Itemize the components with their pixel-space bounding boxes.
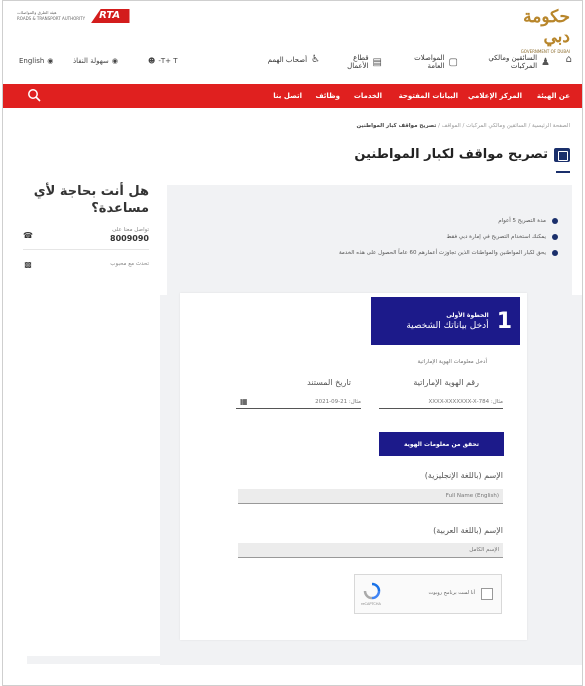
accessibility-link[interactable]: ◉ سهولة النفاذ [73, 57, 118, 65]
name-ar-label: الإسم (باللغة العربية) [433, 526, 503, 535]
recaptcha-brand: reCAPTCHA [361, 602, 381, 606]
page-title: تصريح مواقف لكبار المواطنين [354, 147, 548, 162]
font-size-label: T+ T- [158, 57, 178, 65]
breadcrumb: الصفحة الرئيسية / السائقين ومالكي المركب… [357, 123, 570, 129]
doc-date-label: تاريخ المستند [307, 378, 351, 387]
eye-icon: ◉ [111, 57, 118, 65]
help-chat-label: تحدث مع محبوب [110, 261, 149, 267]
recaptcha-label: أنا لست برنامج روبوت [428, 590, 475, 596]
breadcrumb-path[interactable]: الصفحة الرئيسية / السائقين ومالكي المركب… [436, 123, 570, 129]
help-panel: هل أنت بحاجة لأي مساعدة؟ تواصل معنا على … [23, 183, 149, 275]
nav-item-accessibility[interactable]: ♿ أصحاب الهمم [255, 54, 320, 65]
nav-item-label: قطاع الأعمال [347, 54, 369, 70]
menu-open-data[interactable]: البيانات المفتوحة [399, 84, 458, 108]
main-nav: ⌂ ♟ السائقين ومالكي المركبات ▢ المواصلات… [3, 49, 582, 79]
home-link[interactable]: ⌂ [566, 54, 572, 65]
business-icon: ▤ [372, 56, 382, 68]
verify-identity-button[interactable]: تحقق من معلومات الهوية [379, 432, 504, 456]
language-switch[interactable]: ◉ English [19, 57, 53, 65]
nav-item-business[interactable]: ▤ قطاع الأعمال [332, 54, 382, 70]
primary-menu-bar: عن الهيئة المركز الإعلامي البيانات المفت… [3, 84, 582, 108]
info-item: يمكنك استخدام التصريح في إمارة دبي فقط [181, 229, 558, 245]
phone-icon: ☎ [23, 230, 33, 240]
nav-item-label: أصحاب الهمم [267, 55, 308, 64]
search-icon[interactable] [27, 88, 41, 102]
help-phone-number: 8009090 [110, 234, 149, 243]
menu-about[interactable]: عن الهيئة [537, 84, 570, 108]
info-item-text: مدة التصريح 5 أعوام [498, 218, 546, 224]
help-phone-label: تواصل معنا على [112, 227, 149, 233]
chat-icon: ▩ [24, 260, 32, 269]
font-size-control[interactable]: T+ T- ☻ [148, 57, 178, 65]
nav-item-label: المواصلات العامة [414, 54, 445, 70]
gov-logo-arabic: حكومة دبي [523, 7, 570, 47]
breadcrumb-current: تصريح مواقف كبار المواطنين [356, 123, 437, 129]
step-header: 1 الخطوة الأولى أدخل بياناتك الشخصية [371, 297, 520, 345]
calendar-icon[interactable]: ▦ [240, 397, 248, 406]
info-item-text: يحق لكبار المواطنين والمواطنات الذين تجا… [338, 250, 546, 256]
help-phone-text: تواصل معنا على 8009090 [110, 227, 149, 243]
bullet-icon [552, 218, 558, 224]
info-item: مدة التصريح 5 أعوام [181, 213, 558, 229]
name-en-label: الإسم (باللغة الإنجليزية) [424, 471, 503, 480]
menu-services[interactable]: الخدمات [354, 84, 382, 108]
service-info-box: مدة التصريح 5 أعوام يمكنك استخدام التصري… [167, 185, 572, 297]
menu-media-center[interactable]: المركز الإعلامي [468, 84, 522, 108]
step-number: 1 [496, 308, 512, 334]
top-header: حكومة دبي GOVERNMENT OF DUBAI RTA هيئة ا… [3, 1, 582, 54]
rta-line-en: ROADS & TRANSPORT AUTHORITY [17, 16, 86, 21]
rta-mark: RTA [91, 9, 140, 23]
help-phone[interactable]: تواصل معنا على 8009090 ☎ [23, 227, 149, 250]
recaptcha-widget: أنا لست برنامج روبوت reCAPTCHA [354, 574, 502, 614]
info-item: يحق لكبار المواطنين والمواطنات الذين تجا… [181, 245, 558, 261]
bus-icon: ▢ [448, 56, 458, 68]
footer-strip [27, 656, 412, 664]
help-chat[interactable]: تحدث مع محبوب ▩ [23, 260, 149, 275]
bullet-icon [552, 234, 558, 240]
user-icon: ☻ [148, 57, 156, 65]
title-underline [556, 171, 570, 173]
name-en-input[interactable] [238, 489, 503, 504]
menu-careers[interactable]: وظائف [315, 84, 340, 108]
doc-date-input[interactable] [236, 396, 361, 409]
nav-item-label: السائقين ومالكي المركبات [488, 54, 538, 70]
page-title-block: تصريح مواقف لكبار المواطنين [354, 147, 570, 162]
menu-contact[interactable]: اتصل بنا [273, 84, 302, 108]
form-card: 1 الخطوة الأولى أدخل بياناتك الشخصية أدخ… [180, 293, 527, 640]
globe-icon: ◉ [47, 57, 54, 65]
rta-logo[interactable]: RTA هيئة الطرق والمواصلات ROADS & TRANSP… [17, 9, 140, 23]
step-text: الخطوة الأولى أدخل بياناتك الشخصية [406, 312, 488, 331]
accessibility-icon: ♿ [311, 54, 320, 65]
info-item-text: يمكنك استخدام التصريح في إمارة دبي فقط [446, 234, 546, 240]
help-title: هل أنت بحاجة لأي مساعدة؟ [33, 184, 149, 216]
step-title: الخطوة الأولى [446, 311, 489, 319]
home-icon: ⌂ [565, 54, 572, 65]
rta-text: هيئة الطرق والمواصلات ROADS & TRANSPORT … [17, 10, 85, 22]
language-label: English [19, 57, 45, 65]
nav-item-public-transport[interactable]: ▢ المواصلات العامة [398, 54, 458, 70]
recaptcha-checkbox[interactable] [481, 588, 493, 600]
bullet-icon [552, 250, 558, 256]
recaptcha-icon [363, 582, 381, 600]
page-frame: حكومة دبي GOVERNMENT OF DUBAI RTA هيئة ا… [2, 0, 583, 686]
government-of-dubai-logo[interactable]: حكومة دبي GOVERNMENT OF DUBAI [520, 7, 570, 54]
eid-label: رقم الهوية الإماراتية [413, 378, 479, 387]
accessibility-label: سهولة النفاذ [73, 57, 109, 65]
section-hint: أدخل معلومات الهوية الإماراتية [417, 359, 487, 365]
nav-item-drivers[interactable]: ♟ السائقين ومالكي المركبات [480, 54, 550, 70]
name-ar-input[interactable] [238, 543, 503, 558]
step-subtitle: أدخل بياناتك الشخصية [406, 320, 489, 331]
parking-permit-icon [554, 147, 570, 162]
driver-icon: ♟ [541, 56, 550, 68]
eid-input[interactable] [379, 396, 503, 409]
